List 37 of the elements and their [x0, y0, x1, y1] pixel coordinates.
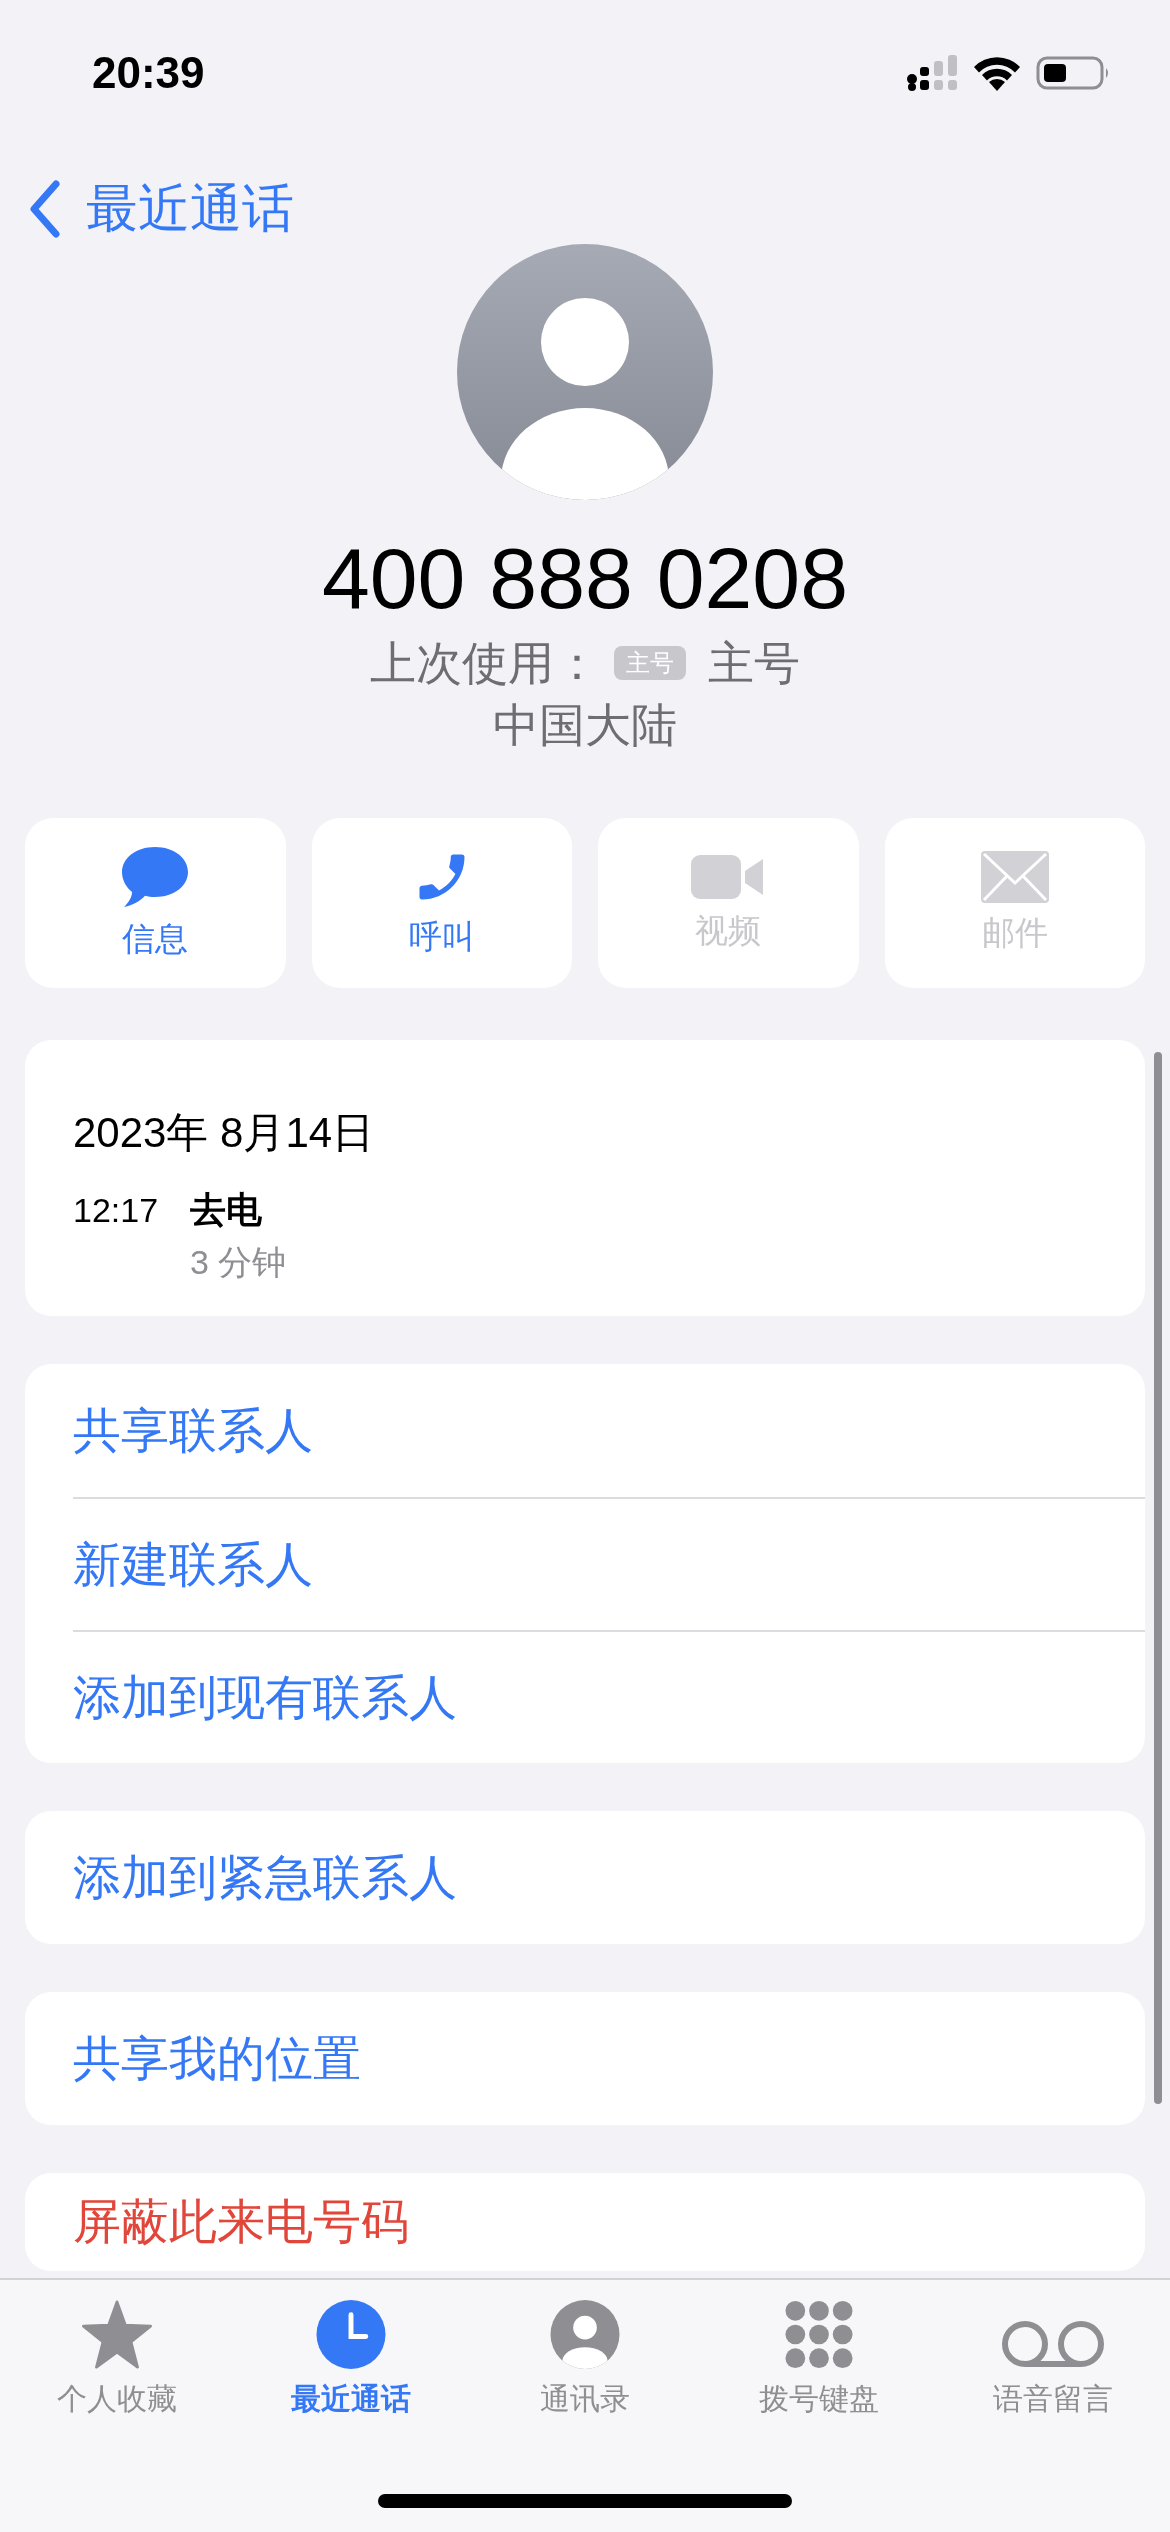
phone-number: 400 888 0208 [320, 529, 850, 628]
back-chevron-icon [28, 180, 62, 238]
wifi-icon [972, 55, 1022, 91]
signal-icon [906, 55, 958, 91]
call-time: 12:17 [73, 1190, 159, 1231]
call-type: 去电 [190, 1188, 264, 1232]
option-row[interactable]: 共享联系人 [25, 1364, 1145, 1497]
tab-item[interactable]: 最近通话 [234, 2300, 468, 2420]
message-action-button[interactable]: 信息 [25, 818, 286, 988]
clock-icon [316, 2300, 386, 2369]
call-date: 2023年 8月14日 [73, 1108, 376, 1158]
tab-item[interactable]: 通讯录 [468, 2300, 702, 2420]
last-used-line: 主号 [708, 636, 800, 691]
tab-item[interactable]: 个人收藏 [0, 2300, 234, 2420]
option-row[interactable]: 共享我的位置 [25, 1992, 1145, 2125]
person-circle-icon [550, 2300, 620, 2369]
star-icon [79, 2300, 155, 2369]
battery-icon [1036, 55, 1110, 91]
video-camera-icon [691, 852, 766, 901]
call-duration: 3 分钟 [190, 1242, 287, 1283]
back-button[interactable]: 最近通话 [28, 174, 294, 244]
option-row[interactable]: 屏蔽此来电号码 [25, 2173, 1145, 2271]
status-time: 20:39 [92, 48, 205, 98]
speech-bubble-icon [120, 844, 191, 909]
tab-item[interactable]: 拨号键盘 [702, 2300, 936, 2420]
envelope-icon [980, 850, 1049, 903]
option-row[interactable]: 添加到现有联系人 [73, 1630, 1145, 1763]
tab-item[interactable]: 语音留言 [936, 2300, 1170, 2420]
option-row[interactable]: 添加到紧急联系人 [25, 1811, 1145, 1944]
last-used-label: 上次使用： [370, 636, 600, 691]
keypad-icon [784, 2300, 854, 2369]
avatar-icon [457, 244, 713, 500]
region-label: 中国大陆 [492, 698, 678, 753]
voicemail-icon [1001, 2319, 1105, 2369]
call-action-button[interactable]: 呼叫 [311, 818, 572, 988]
option-row[interactable]: 新建联系人 [73, 1497, 1145, 1630]
sim-badge: 主号 [614, 646, 686, 680]
